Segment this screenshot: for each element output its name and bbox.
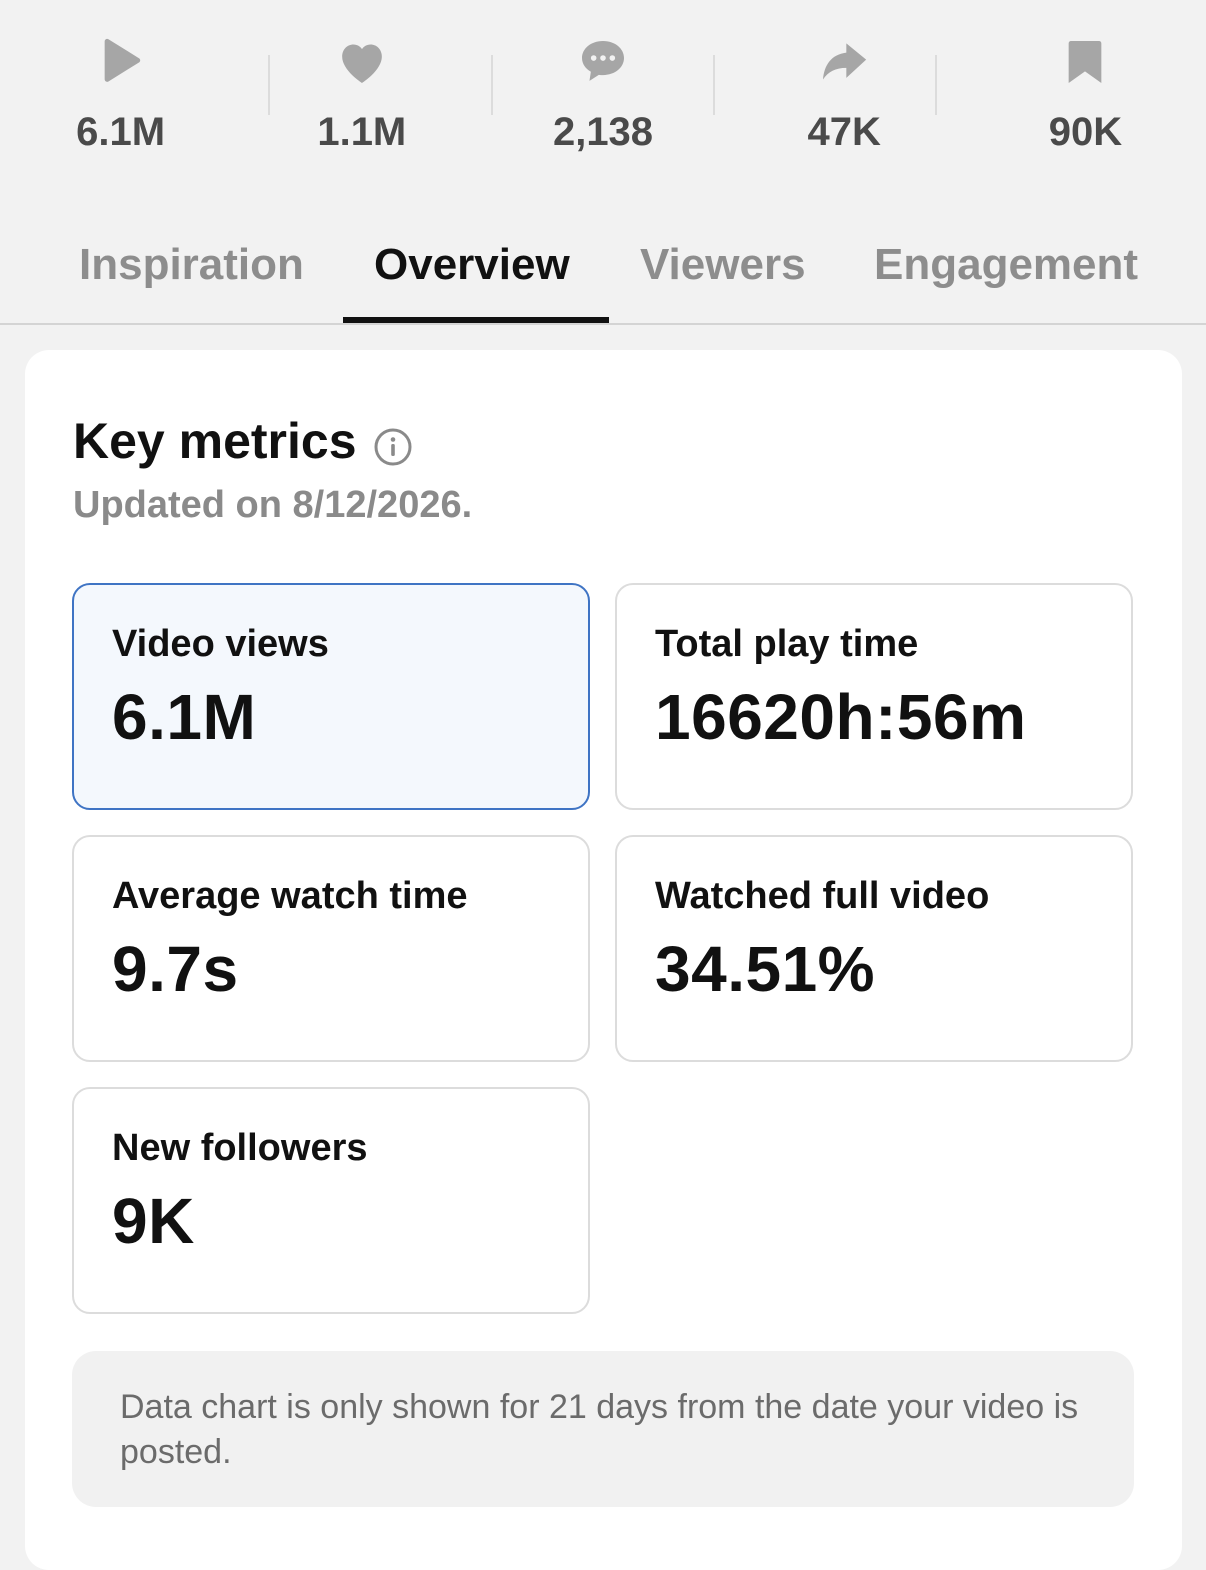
stat-comments: 2,138 — [482, 0, 723, 200]
stat-shares: 47K — [724, 0, 965, 200]
key-metrics-title: Key metrics — [73, 413, 357, 469]
stats-bar: 6.1M 1.1M 2,138 47K 90K — [0, 0, 1206, 200]
tab-viewers[interactable]: Viewers — [640, 240, 806, 290]
stat-value: 47K — [807, 110, 881, 154]
updated-date: Updated on 8/12/2026. — [73, 484, 473, 526]
stat-value: 1.1M — [317, 110, 407, 154]
metric-watched-full-video[interactable]: Watched full video 34.51% — [615, 835, 1133, 1062]
data-chart-note: Data chart is only shown for 21 days fro… — [72, 1351, 1134, 1507]
tab-engagement[interactable]: Engagement — [874, 240, 1138, 290]
active-tab-indicator — [343, 317, 609, 323]
metric-average-watch-time[interactable]: Average watch time 9.7s — [72, 835, 590, 1062]
metric-label: Average watch time — [112, 875, 468, 917]
metric-label: Total play time — [655, 623, 919, 665]
divider — [491, 55, 493, 115]
metric-new-followers[interactable]: New followers 9K — [72, 1087, 590, 1314]
metric-value: 6.1M — [112, 681, 257, 753]
metric-label: Video views — [112, 623, 329, 665]
comment-icon — [571, 30, 635, 94]
bookmark-icon — [1053, 30, 1117, 94]
metric-value: 34.51% — [655, 933, 876, 1005]
play-icon — [89, 30, 153, 94]
info-icon[interactable] — [373, 421, 413, 466]
stat-likes: 1.1M — [241, 0, 482, 200]
metric-label: Watched full video — [655, 875, 990, 917]
tab-overview[interactable]: Overview — [374, 240, 570, 290]
heart-icon — [330, 30, 394, 94]
stat-saves: 90K — [965, 0, 1206, 200]
metric-label: New followers — [112, 1127, 368, 1169]
key-metrics-card: Key metrics Updated on 8/12/2026. Video … — [25, 350, 1182, 1570]
metric-value: 16620h:56m — [655, 681, 1027, 753]
stat-plays: 6.1M — [0, 0, 241, 200]
divider — [268, 55, 270, 115]
metric-video-views[interactable]: Video views 6.1M — [72, 583, 590, 810]
stat-value: 2,138 — [552, 110, 654, 154]
divider — [713, 55, 715, 115]
tab-bar: Inspiration Overview Viewers Engagement — [0, 200, 1206, 325]
key-metrics-heading: Key metrics — [73, 412, 413, 470]
tab-inspiration[interactable]: Inspiration — [79, 240, 304, 290]
metric-value: 9.7s — [112, 933, 239, 1005]
share-icon — [812, 30, 876, 94]
stat-value: 90K — [1048, 110, 1123, 154]
divider — [935, 55, 937, 115]
metric-total-play-time[interactable]: Total play time 16620h:56m — [615, 583, 1133, 810]
stat-value: 6.1M — [76, 110, 166, 154]
metric-value: 9K — [112, 1185, 195, 1257]
